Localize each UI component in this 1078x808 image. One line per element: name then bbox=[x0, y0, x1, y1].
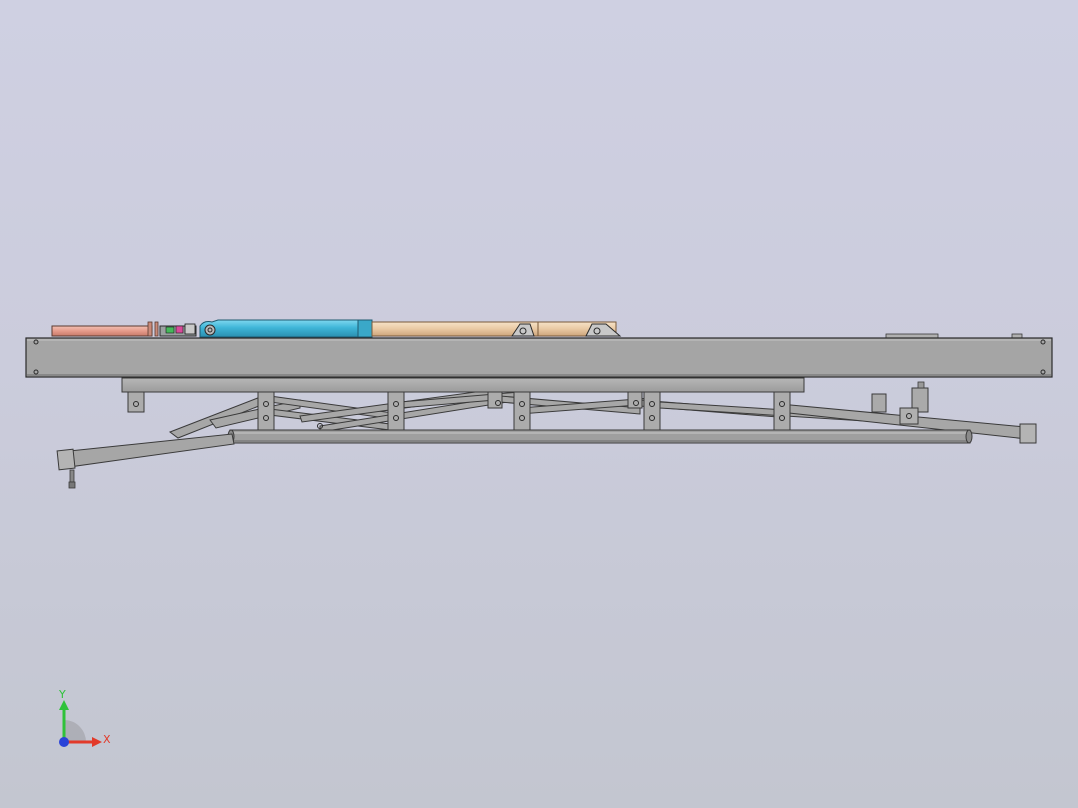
bracket bbox=[387, 391, 405, 431]
bottom-tube bbox=[227, 429, 973, 444]
x-axis-label: X bbox=[103, 733, 111, 746]
left-leg bbox=[56, 433, 235, 489]
tan-actuator-cylinder bbox=[371, 321, 622, 337]
bracket bbox=[257, 391, 275, 431]
main-side-rail bbox=[25, 337, 1053, 378]
graphics-viewport[interactable]: Y X bbox=[0, 0, 1078, 808]
bracket bbox=[513, 391, 531, 431]
blue-actuator-cylinder bbox=[199, 319, 373, 338]
bracket bbox=[643, 391, 661, 431]
top-right-details bbox=[885, 333, 1023, 339]
bed-frame-model[interactable] bbox=[0, 0, 1078, 808]
actuator-connector bbox=[159, 323, 197, 337]
bracket bbox=[487, 391, 503, 409]
y-axis-label: Y bbox=[59, 688, 66, 701]
red-actuator-rod bbox=[51, 321, 159, 337]
bracket bbox=[773, 391, 791, 431]
sub-frame bbox=[121, 377, 805, 393]
